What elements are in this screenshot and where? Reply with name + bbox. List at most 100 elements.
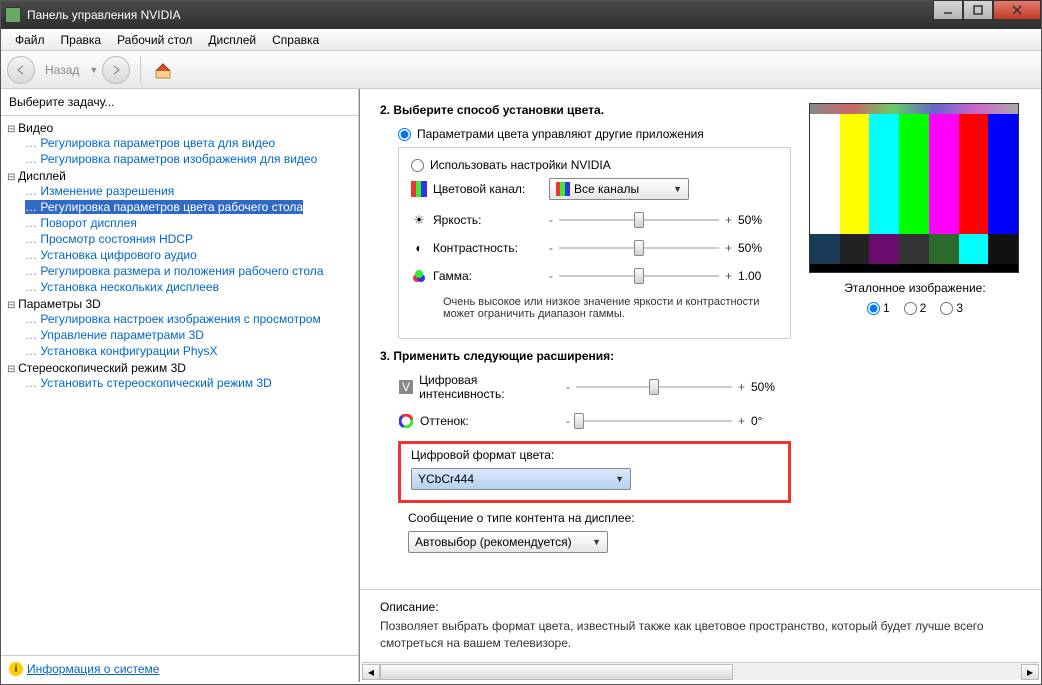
item-3d-preview[interactable]: Регулировка настроек изображения с просм…: [25, 312, 321, 326]
description-title: Описание:: [380, 600, 1021, 614]
menu-edit[interactable]: Правка: [53, 30, 110, 50]
gamma-slider[interactable]: [559, 275, 719, 277]
item-rotate[interactable]: Поворот дисплея: [25, 216, 137, 230]
menu-desktop[interactable]: Рабочий стол: [109, 30, 200, 50]
dvi-label: Цифровая интенсивность:: [419, 373, 558, 401]
menu-bar: Файл Правка Рабочий стол Дисплей Справка: [1, 29, 1041, 51]
item-video-color[interactable]: Регулировка параметров цвета для видео: [25, 136, 275, 150]
sidebar: Выберите задачу... Видео Регулировка пар…: [1, 89, 359, 682]
gamma-icon: [411, 268, 427, 284]
content-type-dropdown[interactable]: Автовыбор (рекомендуется) ▼: [408, 531, 608, 553]
horizontal-scrollbar[interactable]: ◂ ▸: [362, 662, 1039, 680]
dvi-slider[interactable]: [576, 386, 732, 388]
nvidia-settings-panel: Использовать настройки NVIDIA Цветовой к…: [398, 147, 791, 339]
group-stereo[interactable]: Стереоскопический режим 3D: [7, 361, 186, 375]
group-3d[interactable]: Параметры 3D: [7, 297, 101, 311]
dvi-icon: V: [398, 379, 413, 395]
item-size-pos[interactable]: Регулировка размера и положения рабочего…: [25, 264, 324, 278]
hue-slider[interactable]: [576, 420, 732, 422]
menu-display[interactable]: Дисплей: [200, 30, 264, 50]
chevron-down-icon: ▼: [592, 537, 601, 547]
radio-other-apps[interactable]: [398, 128, 411, 141]
content-type-value: Автовыбор (рекомендуется): [415, 535, 572, 549]
group-video[interactable]: Видео: [7, 121, 53, 135]
gamma-label: Гамма:: [433, 269, 472, 283]
color-format-value: YCbCr444: [418, 472, 474, 486]
brightness-label: Яркость:: [433, 213, 481, 227]
chevron-down-icon: ▼: [673, 184, 682, 194]
forward-button[interactable]: [102, 56, 130, 84]
minimize-button[interactable]: [933, 0, 963, 20]
radio-nvidia-label: Использовать настройки NVIDIA: [430, 158, 611, 172]
hue-value: 0°: [751, 414, 791, 428]
window-title: Панель управления NVIDIA: [27, 8, 1037, 22]
contrast-value: 50%: [738, 241, 778, 255]
dvi-value: 50%: [751, 380, 791, 394]
scroll-thumb[interactable]: [380, 664, 733, 680]
description-body: Позволяет выбрать формат цвета, известны…: [380, 618, 1021, 652]
gamma-warning: Очень высокое или низкое значение яркост…: [443, 296, 778, 320]
back-label: Назад: [39, 63, 85, 77]
item-physx[interactable]: Установка конфигурации PhysX: [25, 344, 218, 358]
svg-text:V: V: [402, 380, 410, 394]
item-video-image[interactable]: Регулировка параметров изображения для в…: [25, 152, 317, 166]
item-audio[interactable]: Установка цифрового аудио: [25, 248, 197, 262]
preview-label: Эталонное изображение:: [809, 281, 1021, 295]
scroll-right-button[interactable]: ▸: [1021, 664, 1039, 680]
radio-other-apps-label: Параметрами цвета управляют другие прило…: [417, 127, 704, 141]
chevron-down-icon: ▼: [615, 474, 624, 484]
back-button[interactable]: [7, 56, 35, 84]
color-format-dropdown[interactable]: YCbCr444 ▼: [411, 468, 631, 490]
channel-value: Все каналы: [574, 182, 639, 196]
info-icon: i: [9, 662, 23, 676]
channel-value-icon: [556, 182, 570, 196]
scroll-left-button[interactable]: ◂: [362, 664, 380, 680]
sidebar-header: Выберите задачу...: [1, 89, 358, 116]
preview-radio-1[interactable]: [867, 302, 880, 315]
brightness-slider[interactable]: [559, 219, 719, 221]
color-format-label: Цифровой формат цвета:: [411, 448, 778, 462]
contrast-icon: ◐: [411, 240, 427, 256]
maximize-button[interactable]: [963, 0, 993, 20]
channel-label: Цветовой канал:: [433, 182, 525, 196]
group-display[interactable]: Дисплей: [7, 169, 66, 183]
system-info-link[interactable]: Информация о системе: [27, 662, 159, 676]
item-3d-manage[interactable]: Управление параметрами 3D: [25, 328, 204, 342]
menu-help[interactable]: Справка: [264, 30, 327, 50]
toolbar-separator: [140, 56, 141, 84]
item-multi-display[interactable]: Установка нескольких дисплеев: [25, 280, 219, 294]
preview-radio-3[interactable]: [940, 302, 953, 315]
channel-dropdown[interactable]: Все каналы ▼: [549, 178, 689, 200]
home-button[interactable]: [151, 58, 175, 82]
preview-column: Эталонное изображение: 1 2 3: [809, 103, 1021, 583]
brightness-value: 50%: [738, 213, 778, 227]
item-stereo-setup[interactable]: Установить стереоскопический режим 3D: [25, 376, 272, 390]
preview-radio-2[interactable]: [904, 302, 917, 315]
item-resolution[interactable]: Изменение разрешения: [25, 184, 174, 198]
contrast-slider[interactable]: [559, 247, 719, 249]
gamma-value: 1.00: [738, 269, 778, 283]
hue-label: Оттенок:: [420, 414, 469, 428]
radio-nvidia[interactable]: [411, 159, 424, 172]
contrast-label: Контрастность:: [433, 241, 518, 255]
description-panel: Описание: Позволяет выбрать формат цвета…: [360, 589, 1041, 662]
hue-icon: [398, 413, 414, 429]
title-bar: Панель управления NVIDIA: [1, 1, 1041, 29]
back-dropdown-icon[interactable]: ▼: [89, 65, 98, 75]
preview-image: [809, 103, 1019, 273]
task-tree: Видео Регулировка параметров цвета для в…: [1, 116, 358, 655]
sidebar-footer: i Информация о системе: [1, 655, 358, 682]
brightness-icon: ☀: [411, 212, 427, 228]
toolbar: Назад ▼: [1, 51, 1041, 89]
section-2-heading: 2. Выберите способ установки цвета.: [380, 103, 791, 117]
item-hdcp[interactable]: Просмотр состояния HDCP: [25, 232, 193, 246]
color-format-highlight: Цифровой формат цвета: YCbCr444 ▼: [398, 441, 791, 503]
section-3-heading: 3. Применить следующие расширения:: [380, 349, 791, 363]
item-desktop-color[interactable]: Регулировка параметров цвета рабочего ст…: [25, 200, 303, 214]
channel-icon: [411, 181, 427, 197]
main-panel: 2. Выберите способ установки цвета. Пара…: [359, 89, 1041, 682]
app-icon: [5, 7, 21, 23]
close-button[interactable]: [993, 0, 1041, 20]
menu-file[interactable]: Файл: [7, 30, 53, 50]
content-type-label: Сообщение о типе контента на дисплее:: [408, 511, 791, 525]
